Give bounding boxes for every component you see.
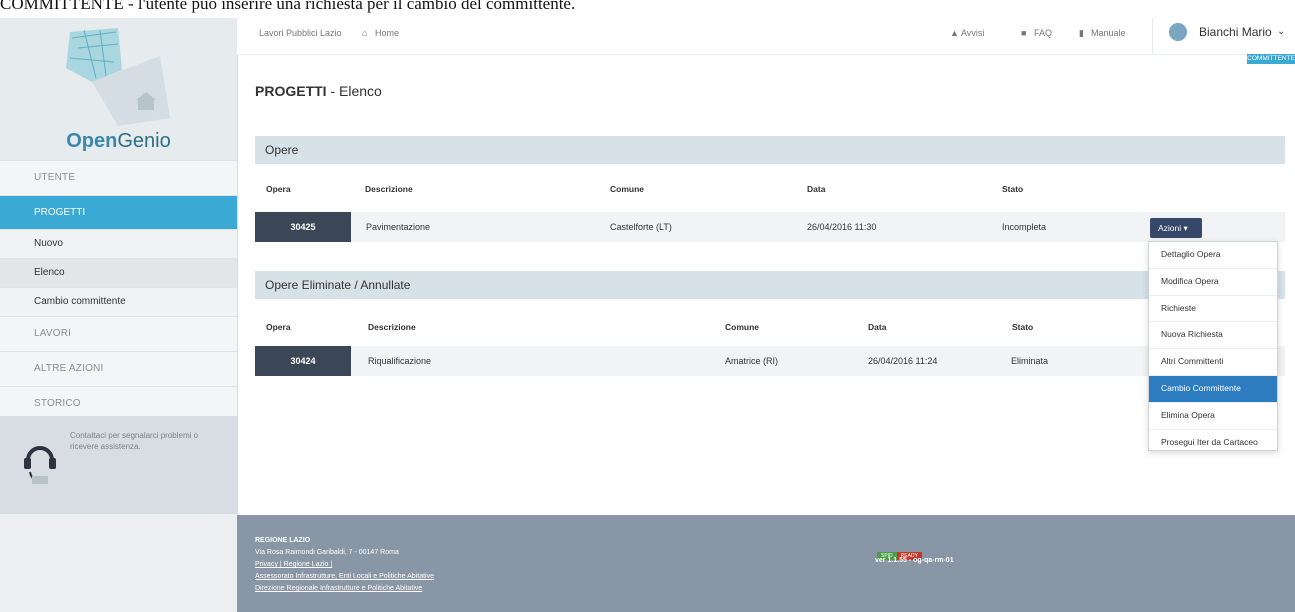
footer-links[interactable]: Privacy | Regione Lazio | [255,561,332,568]
col-header-data: Data [807,184,826,194]
user-name[interactable]: Bianchi Mario [1199,25,1272,39]
sidebar-item-altre-azioni[interactable]: ALTRE AZIONI [0,351,237,386]
cell-comune: Castelforte (LT) [610,222,672,232]
menu-item-dettaglio-opera[interactable]: Dettaglio Opera [1149,242,1277,269]
footer-org: REGIONE LAZIO [255,537,311,544]
col-header-opera: Opera [266,184,291,194]
menu-item-nuova-richiesta[interactable]: Nuova Richiesta [1149,322,1277,350]
section-opere-title: Opere [265,143,299,157]
logo-icon [66,28,170,126]
bell-icon: ▲ [950,28,959,38]
sidebar-item-nuovo[interactable]: Nuovo [0,229,237,258]
sidebar-item-cambio-committente[interactable]: Cambio committente [0,287,237,316]
footer-link-assessorato[interactable]: Assessorato Infrastrutture, Enti Locali … [255,573,434,580]
logo-rest: Genio [117,130,171,152]
sidebar-item-utente[interactable]: UTENTE [0,160,237,195]
menu-item-prosegui-iter[interactable]: Prosegui Iter da Cartaceo [1149,430,1277,456]
cell-descrizione: Riqualificazione [368,356,432,366]
cell-descrizione: Pavimentazione [366,222,431,232]
section-eliminate: Opere Eliminate / Annullate [255,271,1285,299]
role-badge: COMMITTENTE [1247,54,1295,64]
footer: REGIONE LAZIO Via Rosa Raimondi Garibald… [237,515,1295,612]
col-header-opera: Opera [266,322,291,332]
col-header-comune: Comune [610,184,644,194]
page-title-rest: - Elenco [326,83,382,99]
cell-data: 26/04/2016 11:24 [868,356,938,366]
top-bar: Lavori Pubblici Lazio ⌂ Home ▲ Avvisi ■ … [237,18,1295,64]
col-header-descrizione: Descrizione [365,184,413,194]
table-row[interactable]: 30424 Riqualificazione Amatrice (RI) 26/… [255,346,1285,376]
chat-icon: ■ [1021,28,1027,38]
page-title: PROGETTI - Elenco [255,83,382,99]
cell-stato: Eliminata [1011,356,1049,366]
table-row[interactable]: 30425 Pavimentazione Castelforte (LT) 26… [255,212,1285,242]
cell-comune: Amatrice (RI) [725,356,779,366]
version-text: ver 1.1.55 - og-qa-rm-01 [875,557,954,564]
sidebar-nav: UTENTE PROGETTI Nuovo Elenco Cambio comm… [0,160,237,421]
sidebar-item-progetti[interactable]: PROGETTI [0,195,237,229]
menu-item-elimina-opera[interactable]: Elimina Opera [1149,403,1277,430]
logo-area: OpenGenio [0,18,237,160]
book-icon: ▮ [1079,28,1084,38]
menu-item-cambio-committente[interactable]: Cambio Committente [1149,375,1277,403]
opera-id[interactable]: 30424 [255,346,351,376]
help-text: Contattaci per segnalarci problemi o ric… [70,431,199,451]
cell-data: 26/04/2016 11:30 [807,222,877,232]
avvisi-link[interactable]: Avvisi [961,28,984,38]
home-icon[interactable]: ⌂ [362,28,367,38]
col-header-descrizione: Descrizione [368,322,416,332]
cell-stato: Incompleta [1002,222,1047,232]
col-header-comune: Comune [725,322,759,332]
sidebar-item-lavori[interactable]: LAVORI [0,316,237,351]
document-caption: COMMITTENTE - l'utente può inserire una … [0,0,1295,18]
footer-address: Via Rosa Raimondi Garibaldi, 7 - 00147 R… [255,549,399,556]
sidebar: OpenGenio UTENTE PROGETTI Nuovo Elenco C… [0,18,238,612]
faq-link[interactable]: FAQ [1034,28,1052,38]
avatar[interactable] [1169,23,1187,41]
caption-text: COMMITTENTE - l'utente può inserire una … [0,0,576,13]
headset-icon [24,446,56,484]
menu-item-modifica-opera[interactable]: Modifica Opera [1149,269,1277,296]
col-header-stato: Stato [1012,322,1034,332]
azioni-button[interactable]: Azioni ▾ [1150,218,1202,238]
help-box[interactable]: Contattaci per segnalarci problemi o ric… [0,416,237,514]
section-opere: Opere [255,136,1285,164]
home-link[interactable]: Home [375,28,399,38]
section-eliminate-title: Opere Eliminate / Annullate [265,278,411,292]
manuale-link[interactable]: Manuale [1091,28,1126,38]
col-header-data: Data [868,322,887,332]
topbar-divider [1152,18,1153,54]
sidebar-item-elenco[interactable]: Elenco [0,258,237,287]
azioni-dropdown-menu: Dettaglio Opera Modifica Opera Richieste… [1148,241,1278,451]
menu-item-altri-committenti[interactable]: Altri Committenti [1149,349,1277,376]
page-title-bold: PROGETTI [255,83,327,99]
breadcrumb-root[interactable]: Lavori Pubblici Lazio [259,28,342,38]
chevron-down-icon[interactable]: ⌄ [1277,26,1285,37]
logo-text: OpenGenio [0,130,237,153]
footer-link-direzione[interactable]: Direzione Regionale Infrastrutture e Pol… [255,585,422,592]
logo-bold: Open [66,130,118,152]
col-header-stato: Stato [1002,184,1024,194]
opera-id[interactable]: 30425 [255,212,351,242]
menu-item-richieste[interactable]: Richieste [1149,296,1277,323]
